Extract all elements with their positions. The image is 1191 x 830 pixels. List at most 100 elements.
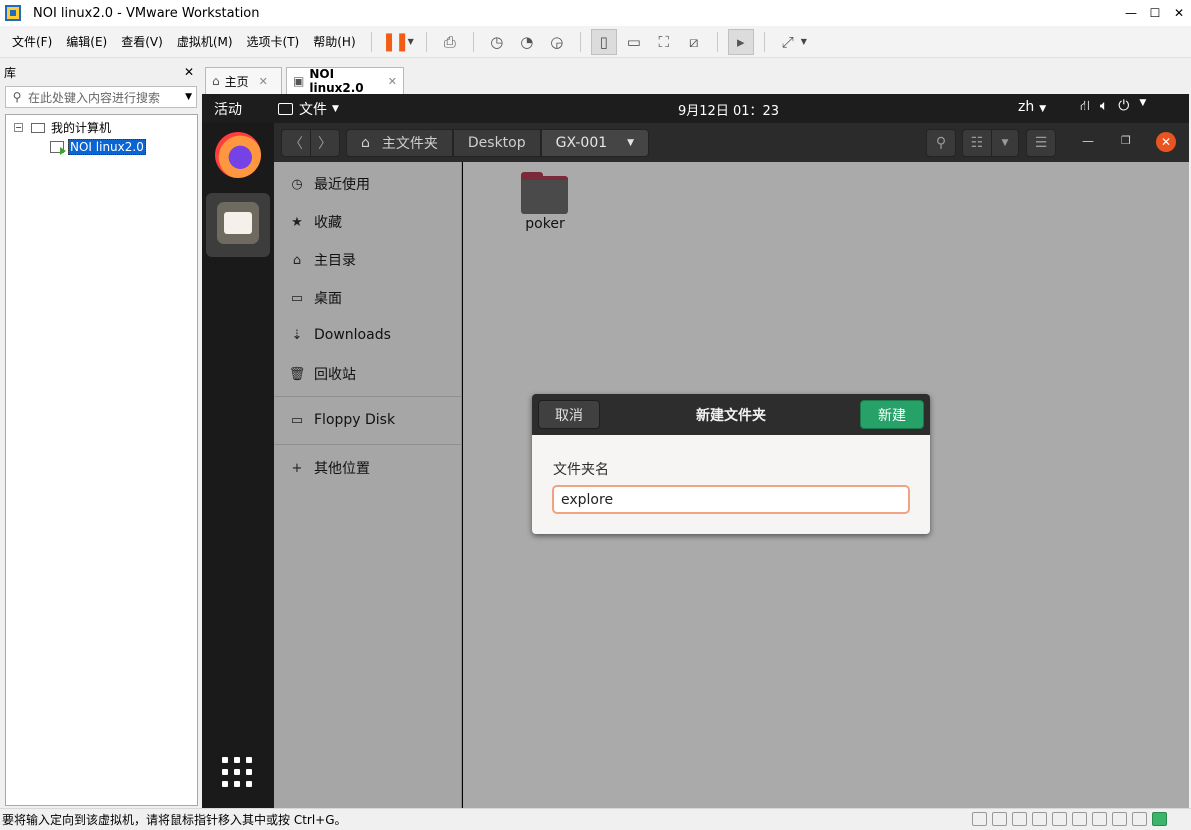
library-search-input[interactable]: ⚲ 在此处键入内容进行搜索 ▼ [5, 86, 197, 108]
revert-snapshot-icon[interactable]: ◔ [514, 29, 540, 55]
app-menu-label: 文件 [299, 102, 327, 118]
chevron-down-icon[interactable]: ▼ [185, 92, 192, 102]
tab-home-label: 主页 [224, 74, 249, 89]
sidebar-item-starred[interactable]: ★ 收藏 [288, 210, 342, 234]
back-button[interactable]: 〈 [281, 129, 311, 157]
sidebar-item-desktop[interactable]: ▭ 桌面 [288, 286, 342, 310]
tab-vm-label: NOI linux2.0 [309, 67, 364, 95]
list-view-icon[interactable]: ☷ [962, 129, 992, 157]
power-icon: ⏻ [1118, 98, 1130, 114]
floppy-icon[interactable] [1032, 812, 1047, 826]
network-adapter-icon[interactable] [1052, 812, 1067, 826]
system-tray[interactable]: ⛙ 🔈︎ ⏻ ▼ [1080, 98, 1146, 116]
minimize-button[interactable]: — [1119, 0, 1143, 26]
menu-help[interactable]: 帮助(H) [306, 33, 362, 50]
menu-vm[interactable]: 虚拟机(M) [170, 33, 240, 50]
library-close-button[interactable]: ✕ [184, 65, 194, 79]
path-bar: ⌂ 主文件夹 Desktop GX-001 ▼ [346, 129, 650, 157]
menu-tabs[interactable]: 选项卡(T) [240, 33, 307, 50]
file-item-label[interactable]: poker [513, 216, 577, 232]
view-options-icon[interactable]: ▼ [991, 129, 1019, 157]
hard-disk-icon[interactable] [972, 812, 987, 826]
home-icon: ⌂ [292, 252, 302, 268]
menu-edit[interactable]: 编辑(E) [59, 33, 114, 50]
printer-icon[interactable] [1112, 812, 1127, 826]
toolbar-divider [425, 31, 427, 52]
restore-icon[interactable]: ❐ [1121, 134, 1131, 147]
files-icon [217, 202, 259, 244]
folder-icon [278, 103, 293, 115]
sidebar-item-downloads[interactable]: ⇣ Downloads [288, 323, 391, 347]
forward-button[interactable]: 〉 [310, 129, 340, 157]
path-home[interactable]: ⌂ 主文件夹 [346, 129, 453, 157]
thumbnail-bar-icon[interactable]: ▭ [621, 29, 647, 55]
cd-rom-icon[interactable] [992, 812, 1007, 826]
close-window-button[interactable]: ✕ [1167, 0, 1191, 26]
dialog-header: 取消 新建文件夹 新建 [532, 394, 930, 435]
title-bar: NOI linux2.0 - VMware Workstation — ☐ ✕ [0, 0, 1191, 26]
message-log-icon[interactable] [1152, 812, 1167, 826]
gnome-top-bar: 活动 文件 ▼ 9月12日 01：23 zh ▼ ⛙ 🔈︎ ⏻ ▼ [202, 94, 1189, 123]
path-current[interactable]: GX-001 ▼ [540, 129, 650, 157]
clock[interactable]: 9月12日 01：23 [678, 100, 779, 119]
snapshot-manager-icon[interactable]: ◶ [544, 29, 570, 55]
sidebar-item-recent[interactable]: ◷ 最近使用 [288, 172, 370, 196]
folder-icon[interactable] [521, 172, 568, 214]
sound-card-icon[interactable] [1092, 812, 1107, 826]
close-icon[interactable]: ✕ [1156, 132, 1176, 152]
sidebar-item-home[interactable]: ⌂ 主目录 [288, 248, 356, 272]
power-dropdown-icon[interactable]: ▼ [408, 37, 414, 46]
path-desktop[interactable]: Desktop [452, 129, 541, 157]
sidebar-item-floppy[interactable]: ▭ Floppy Disk [288, 408, 395, 432]
sidebar-item-trash[interactable]: 🗑︎ 回收站 [288, 362, 356, 386]
network-icon: ⛙ [1080, 98, 1090, 114]
minimize-icon[interactable]: — [1082, 134, 1094, 148]
cd-rom-icon[interactable] [1012, 812, 1027, 826]
usb-icon[interactable] [1072, 812, 1087, 826]
chevron-down-icon: ▼ [1139, 98, 1147, 108]
sidebar-divider [274, 396, 462, 397]
guest-display[interactable]: 活动 文件 ▼ 9月12日 01：23 zh ▼ ⛙ 🔈︎ ⏻ ▼ 〈 〉 ⌂ … [202, 94, 1189, 808]
tree-label-vm: NOI linux2.0 [68, 139, 146, 155]
tree-node-vm[interactable]: NOI linux2.0 [50, 139, 146, 155]
new-folder-dialog: 取消 新建文件夹 新建 文件夹名 [532, 394, 930, 534]
console-view-icon[interactable]: ▸ [727, 28, 754, 55]
menu-file[interactable]: 文件(F) [5, 33, 59, 50]
pause-vm-button[interactable]: ❚❚ [382, 29, 410, 55]
tab-vm[interactable]: ▣ NOI linux2.0 ✕ [286, 67, 404, 95]
tab-close-icon[interactable]: ✕ [259, 75, 268, 88]
menu-icon[interactable]: ☰ [1026, 129, 1056, 157]
folder-name-input[interactable] [552, 485, 910, 514]
full-screen-icon[interactable]: ⛶ [651, 29, 677, 55]
snapshot-icon[interactable]: ◷ [484, 29, 510, 55]
menu-view[interactable]: 查看(V) [114, 33, 170, 50]
places-sidebar: ◷ 最近使用 ★ 收藏 ⌂ 主目录 ▭ 桌面 ⇣ Downloads 🗑︎ 回收站 ▭ Flo… [274, 162, 462, 808]
collapse-icon[interactable]: − [14, 123, 23, 132]
lang-label: zh [1018, 99, 1035, 115]
toolbar-divider [763, 31, 765, 52]
activities-button[interactable]: 活动 [214, 99, 242, 119]
show-applications-icon[interactable] [222, 757, 254, 789]
files-app-button[interactable] [206, 193, 270, 257]
stretch-guest-icon[interactable]: ⤢ [775, 29, 801, 55]
unity-mode-icon[interactable]: ⧄ [681, 29, 707, 55]
send-ctrl-alt-del-icon[interactable]: ⎙ [437, 29, 463, 55]
tab-close-icon[interactable]: ✕ [388, 75, 397, 88]
drive-icon: ▭ [290, 412, 304, 428]
search-button[interactable]: ⚲ [926, 129, 956, 157]
chevron-down-icon: ▼ [627, 138, 635, 148]
display-icon[interactable] [1132, 812, 1147, 826]
sidebar-item-other-locations[interactable]: + 其他位置 [288, 456, 370, 480]
input-method-indicator[interactable]: zh ▼ [1018, 99, 1046, 115]
show-library-icon[interactable]: ▯ [590, 28, 617, 55]
stretch-dropdown-icon[interactable]: ▼ [801, 37, 807, 46]
chevron-down-icon: ▼ [332, 104, 339, 114]
maximize-button[interactable]: ☐ [1143, 0, 1167, 26]
desktop-icon: ▭ [290, 290, 304, 306]
app-menu[interactable]: 文件 ▼ [278, 99, 339, 119]
create-button[interactable]: 新建 [860, 400, 924, 429]
clock-icon: ◷ [291, 176, 303, 192]
firefox-icon[interactable] [215, 132, 261, 178]
tab-home[interactable]: ⌂ 主页 ✕ [205, 67, 282, 94]
tree-node-my-computer[interactable]: − 我的计算机 [14, 119, 111, 136]
